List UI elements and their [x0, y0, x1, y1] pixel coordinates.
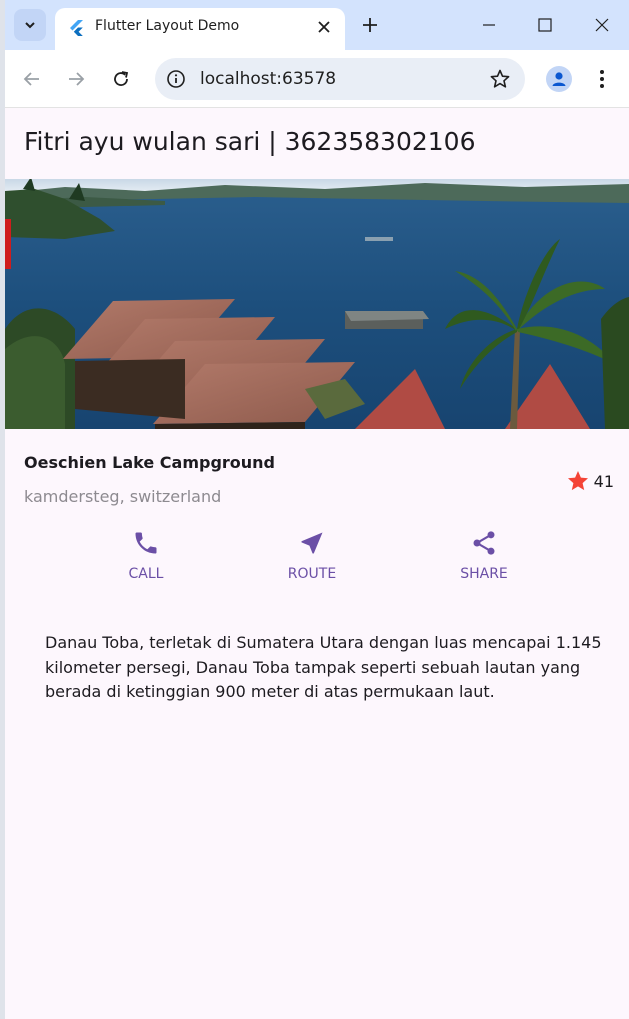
browser-menu-button[interactable] [592, 66, 612, 92]
info-icon [167, 70, 185, 88]
description-text: Danau Toba, terletak di Sumatera Utara d… [45, 633, 602, 701]
route-button[interactable]: ROUTE [257, 529, 367, 589]
app-bar-title: Fitri ayu wulan sari | 362358302106 [24, 127, 476, 156]
tab-close-button[interactable] [313, 16, 335, 38]
minimize-button[interactable] [471, 10, 507, 40]
place-name: Oeschien Lake Campground [24, 453, 276, 472]
person-icon [552, 72, 566, 86]
new-tab-button[interactable] [357, 12, 383, 38]
chevron-down-icon [25, 22, 35, 29]
arrow-left-icon [23, 72, 39, 86]
window-close-button[interactable] [584, 10, 620, 40]
browser-window: Flutter Layout Demo localhost:63578 Fitr… [5, 0, 629, 1019]
browser-tab[interactable]: Flutter Layout Demo [55, 8, 345, 50]
flutter-icon [70, 20, 83, 36]
share-icon [473, 531, 495, 555]
back-button[interactable] [17, 64, 47, 94]
url-text[interactable]: localhost:63578 [200, 69, 336, 89]
maximize-button[interactable] [527, 10, 563, 40]
phone-icon [135, 532, 157, 554]
arrow-right-icon [69, 72, 85, 86]
lake-image [5, 179, 629, 429]
button-section: CALL ROUTE SHARE [5, 529, 629, 589]
route-label: ROUTE [287, 566, 337, 582]
plus-icon [363, 18, 377, 32]
tab-title: Flutter Layout Demo [95, 18, 240, 34]
address-bar[interactable]: localhost:63578 [155, 58, 525, 100]
reload-icon [114, 71, 129, 86]
place-location: kamdersteg, switzerland [24, 487, 222, 506]
star-outline-icon [490, 69, 510, 88]
bookmark-button[interactable] [489, 68, 511, 90]
forward-button[interactable] [61, 64, 91, 94]
reload-button[interactable] [106, 64, 136, 94]
site-info-button[interactable] [165, 68, 187, 90]
browser-toolbar: localhost:63578 [5, 50, 629, 108]
maximize-icon [538, 18, 552, 32]
share-label: SHARE [460, 566, 508, 582]
tab-search-button[interactable] [14, 9, 46, 41]
star-icon [567, 471, 588, 491]
navigation-icon [301, 532, 323, 554]
minimize-icon [483, 24, 495, 26]
share-button[interactable]: SHARE [429, 529, 539, 589]
title-section: Oeschien Lake Campground kamdersteg, swi… [24, 453, 614, 513]
close-icon [318, 21, 330, 33]
rating-count: 41 [593, 471, 614, 491]
close-icon [595, 18, 609, 32]
page-content: Fitri ayu wulan sari | 362358302106 Oesc… [5, 109, 629, 1019]
call-button[interactable]: CALL [91, 529, 201, 589]
profile-button[interactable] [546, 66, 572, 92]
rating: 41 [566, 469, 614, 493]
tab-strip: Flutter Layout Demo [5, 0, 629, 50]
call-label: CALL [128, 566, 164, 582]
more-vert-icon [600, 70, 604, 88]
